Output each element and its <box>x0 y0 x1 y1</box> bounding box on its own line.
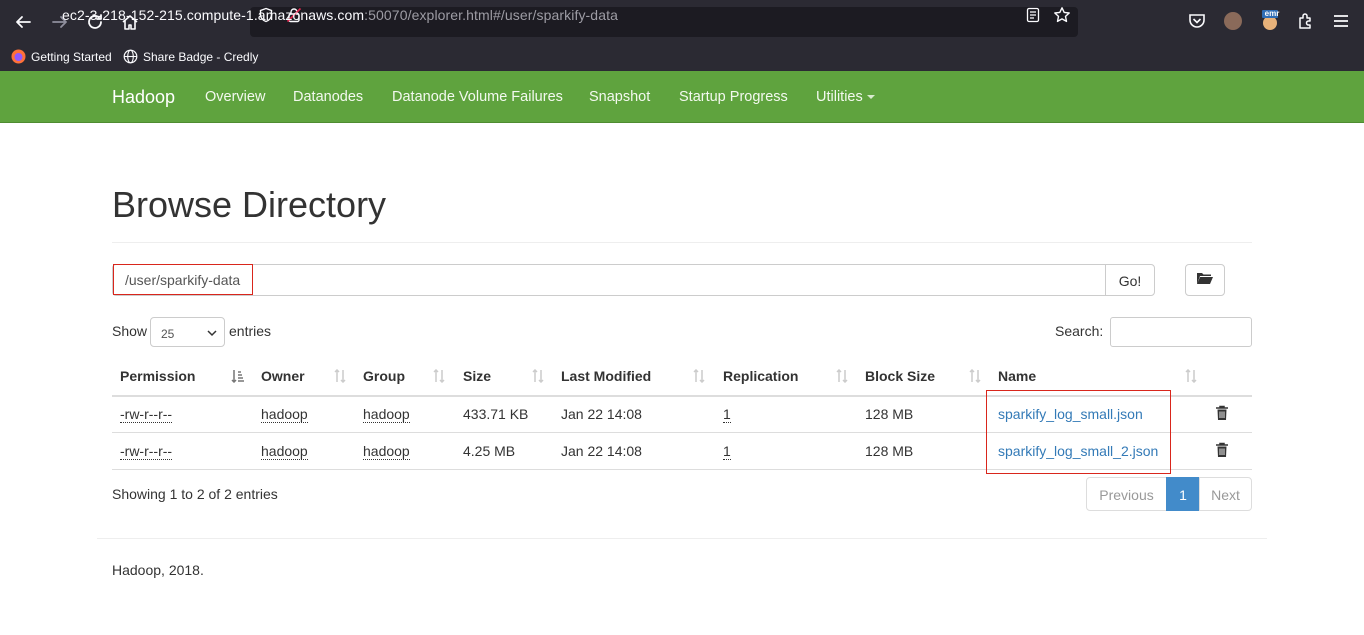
url-text[interactable]: ec2-3-218-152-215.compute-1.amazonaws.co… <box>62 7 618 23</box>
trash-icon[interactable] <box>1215 405 1229 421</box>
nav-utilities[interactable]: Utilities <box>816 89 875 105</box>
page-button-current[interactable]: 1 <box>1166 477 1200 511</box>
nav-overview[interactable]: Overview <box>205 89 265 105</box>
nav-utilities-label: Utilities <box>816 89 863 105</box>
show-label: Show <box>112 323 148 339</box>
cell-group[interactable]: hadoop <box>363 406 410 423</box>
brand-logo[interactable]: Hadoop <box>112 87 175 108</box>
sort-icon[interactable] <box>968 368 982 384</box>
bookmark-share-badge[interactable]: Share Badge - Credly <box>123 49 258 64</box>
go-button[interactable]: Go! <box>1105 264 1155 296</box>
extensions-puzzle-icon[interactable] <box>1296 11 1316 31</box>
bookmarks-toolbar: Getting Started Share Badge - Credly <box>0 44 1364 71</box>
sort-icon[interactable] <box>531 368 545 384</box>
cell-replication[interactable]: 1 <box>723 443 731 460</box>
search-label: Search: <box>1055 323 1104 339</box>
entries-per-page-select[interactable]: 25 <box>150 317 225 347</box>
sort-icon[interactable] <box>333 368 347 384</box>
col-header-permission[interactable]: Permission <box>120 368 195 384</box>
pocket-icon[interactable] <box>1187 11 1207 31</box>
col-header-block-size[interactable]: Block Size <box>865 368 935 384</box>
hadoop-navbar: Hadoop Overview Datanodes Datanode Volum… <box>0 71 1364 123</box>
nav-startup-progress[interactable]: Startup Progress <box>679 89 788 105</box>
create-directory-button[interactable] <box>1185 264 1225 296</box>
browser-toolbar: ec2-3-218-152-215.compute-1.amazonaws.co… <box>0 0 1364 44</box>
url-host: ec2-3-218-152-215.compute-1.amazonaws.co… <box>62 7 365 23</box>
entries-select-value: 25 <box>161 327 175 341</box>
nav-snapshot[interactable]: Snapshot <box>589 89 650 105</box>
url-path: :50070/explorer.html#/user/sparkify-data <box>364 7 618 23</box>
back-icon[interactable] <box>11 10 35 34</box>
nav-datanodes[interactable]: Datanodes <box>293 89 363 105</box>
divider <box>112 242 1252 243</box>
cell-size: 433.71 KB <box>463 406 529 422</box>
chevron-down-icon <box>207 327 217 337</box>
sort-icon[interactable] <box>432 368 446 384</box>
cell-last-modified: Jan 22 14:08 <box>561 443 642 459</box>
col-header-group[interactable]: Group <box>363 368 405 384</box>
col-header-owner[interactable]: Owner <box>261 368 305 384</box>
cell-permission[interactable]: -rw-r--r-- <box>120 443 173 460</box>
folder-open-icon <box>1196 271 1214 290</box>
entries-label: entries <box>229 323 272 339</box>
cell-replication[interactable]: 1 <box>723 406 731 423</box>
footer-text: Hadoop, 2018. <box>112 562 204 578</box>
table-info: Showing 1 to 2 of 2 entries <box>112 486 278 502</box>
trash-icon[interactable] <box>1215 442 1229 458</box>
col-header-size[interactable]: Size <box>463 368 491 384</box>
name-column-highlight <box>986 390 1171 474</box>
search-input[interactable] <box>1110 317 1252 347</box>
cell-block-size: 128 MB <box>865 443 914 459</box>
page-title: Browse Directory <box>112 184 387 225</box>
previous-page-button[interactable]: Previous <box>1086 477 1167 511</box>
footer-divider <box>97 538 1267 539</box>
col-header-name[interactable]: Name <box>998 368 1036 384</box>
sort-icon[interactable] <box>1184 368 1198 384</box>
path-input-value[interactable]: /user/sparkify-data <box>113 264 253 295</box>
path-input[interactable] <box>112 264 1106 296</box>
bookmark-star-icon[interactable] <box>1053 6 1071 24</box>
globe-icon <box>123 49 138 64</box>
extension-badge: emr <box>1264 9 1280 18</box>
cell-permission[interactable]: -rw-r--r-- <box>120 406 173 423</box>
profile-avatar-icon[interactable] <box>1224 12 1242 30</box>
next-page-button[interactable]: Next <box>1199 477 1252 511</box>
sort-icon[interactable] <box>835 368 849 384</box>
firefox-icon <box>11 49 26 64</box>
sort-icon[interactable] <box>692 368 706 384</box>
sort-ascending-icon[interactable] <box>231 369 245 384</box>
col-header-replication[interactable]: Replication <box>723 368 798 384</box>
cell-block-size: 128 MB <box>865 406 914 422</box>
bookmark-label: Getting Started <box>31 49 112 64</box>
bookmark-getting-started[interactable]: Getting Started <box>11 49 112 64</box>
browser-chrome: ec2-3-218-152-215.compute-1.amazonaws.co… <box>0 0 1364 71</box>
nav-datanode-volume-failures[interactable]: Datanode Volume Failures <box>392 89 563 105</box>
reader-view-icon[interactable] <box>1025 7 1041 23</box>
bookmark-label: Share Badge - Credly <box>143 49 259 64</box>
cell-owner[interactable]: hadoop <box>261 443 308 460</box>
menu-hamburger-icon[interactable] <box>1331 11 1351 31</box>
cell-last-modified: Jan 22 14:08 <box>561 406 642 422</box>
col-header-last-modified[interactable]: Last Modified <box>561 368 651 384</box>
cell-owner[interactable]: hadoop <box>261 406 308 423</box>
caret-down-icon <box>866 95 875 100</box>
cell-size: 4.25 MB <box>463 443 516 459</box>
cell-group[interactable]: hadoop <box>363 443 410 460</box>
